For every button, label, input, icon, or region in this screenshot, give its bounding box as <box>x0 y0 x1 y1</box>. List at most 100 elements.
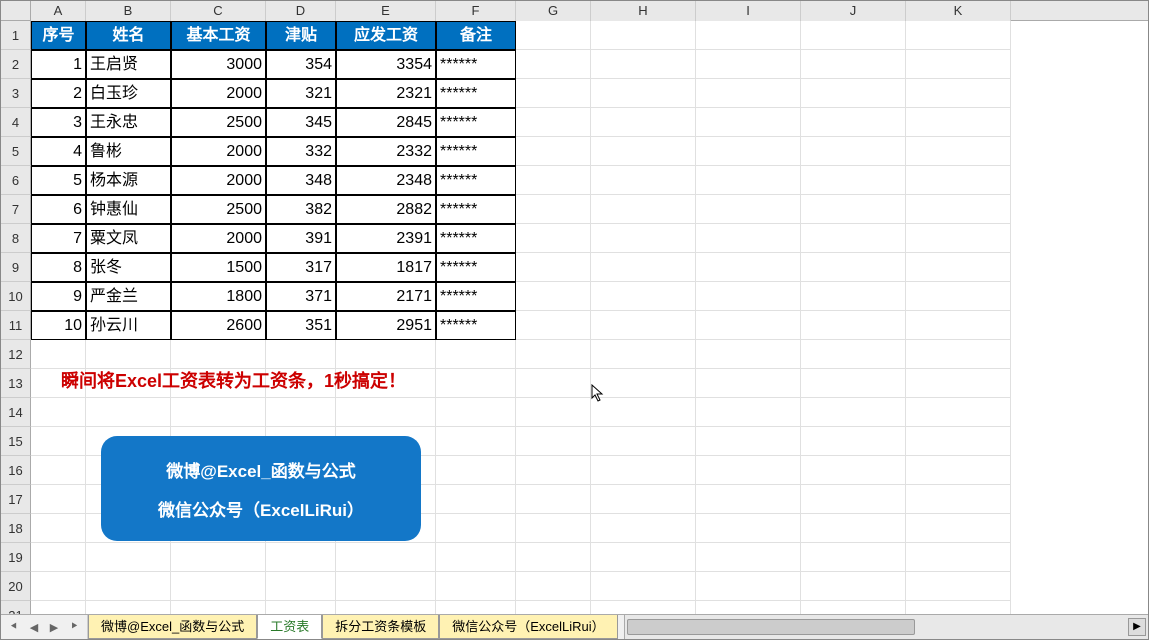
cell-E14[interactable] <box>336 398 436 427</box>
cell-K7[interactable] <box>906 195 1011 224</box>
cell-H8[interactable] <box>591 224 696 253</box>
cell-D20[interactable] <box>266 572 336 601</box>
cell-C6[interactable]: 2000 <box>171 166 266 195</box>
cell-E12[interactable] <box>336 340 436 369</box>
cell-K5[interactable] <box>906 137 1011 166</box>
cell-C5[interactable]: 2000 <box>171 137 266 166</box>
cell-C14[interactable] <box>171 398 266 427</box>
column-header-H[interactable]: H <box>591 1 696 21</box>
cell-D9[interactable]: 317 <box>266 253 336 282</box>
scroll-right-icon[interactable]: ▶ <box>1128 618 1146 636</box>
cell-B8[interactable]: 粟文凤 <box>86 224 171 253</box>
cell-F6[interactable]: ****** <box>436 166 516 195</box>
column-header-F[interactable]: F <box>436 1 516 21</box>
cell-H20[interactable] <box>591 572 696 601</box>
cell-G6[interactable] <box>516 166 591 195</box>
cell-A14[interactable] <box>31 398 86 427</box>
column-header-G[interactable]: G <box>516 1 591 21</box>
cell-E9[interactable]: 1817 <box>336 253 436 282</box>
cell-H15[interactable] <box>591 427 696 456</box>
cell-D4[interactable]: 345 <box>266 108 336 137</box>
cell-D11[interactable]: 351 <box>266 311 336 340</box>
cell-F5[interactable]: ****** <box>436 137 516 166</box>
cell-J4[interactable] <box>801 108 906 137</box>
cell-H4[interactable] <box>591 108 696 137</box>
cell-H1[interactable] <box>591 21 696 50</box>
cell-B1[interactable]: 姓名 <box>86 21 171 50</box>
cell-F13[interactable] <box>436 369 516 398</box>
cell-I14[interactable] <box>696 398 801 427</box>
cell-F15[interactable] <box>436 427 516 456</box>
cell-K3[interactable] <box>906 79 1011 108</box>
tab-nav-last-icon[interactable]: ⯈ <box>67 620 81 634</box>
row-header-13[interactable]: 13 <box>1 369 31 398</box>
cell-I3[interactable] <box>696 79 801 108</box>
cell-A1[interactable]: 序号 <box>31 21 86 50</box>
cell-H9[interactable] <box>591 253 696 282</box>
horizontal-scrollbar[interactable]: ▶ <box>624 615 1148 639</box>
scrollbar-thumb[interactable] <box>627 619 915 635</box>
row-header-11[interactable]: 11 <box>1 311 31 340</box>
cell-I4[interactable] <box>696 108 801 137</box>
cell-D14[interactable] <box>266 398 336 427</box>
row-header-17[interactable]: 17 <box>1 485 31 514</box>
sheet-tab-3[interactable]: 微信公众号（ExcelLiRui） <box>439 615 617 639</box>
cell-H16[interactable] <box>591 456 696 485</box>
cell-C8[interactable]: 2000 <box>171 224 266 253</box>
cell-I6[interactable] <box>696 166 801 195</box>
cell-C4[interactable]: 2500 <box>171 108 266 137</box>
cell-B2[interactable]: 王启贤 <box>86 50 171 79</box>
cell-J14[interactable] <box>801 398 906 427</box>
cell-D10[interactable]: 371 <box>266 282 336 311</box>
cell-A18[interactable] <box>31 514 86 543</box>
cell-A15[interactable] <box>31 427 86 456</box>
cell-I16[interactable] <box>696 456 801 485</box>
column-header-K[interactable]: K <box>906 1 1011 21</box>
cell-F19[interactable] <box>436 543 516 572</box>
cell-K15[interactable] <box>906 427 1011 456</box>
cell-E6[interactable]: 2348 <box>336 166 436 195</box>
cell-G17[interactable] <box>516 485 591 514</box>
cell-B12[interactable] <box>86 340 171 369</box>
row-header-7[interactable]: 7 <box>1 195 31 224</box>
cell-J19[interactable] <box>801 543 906 572</box>
cell-C1[interactable]: 基本工资 <box>171 21 266 50</box>
row-header-1[interactable]: 1 <box>1 21 31 50</box>
cell-G11[interactable] <box>516 311 591 340</box>
cell-I8[interactable] <box>696 224 801 253</box>
cell-B20[interactable] <box>86 572 171 601</box>
cell-D21[interactable] <box>266 601 336 614</box>
cell-G1[interactable] <box>516 21 591 50</box>
cell-I19[interactable] <box>696 543 801 572</box>
cell-H5[interactable] <box>591 137 696 166</box>
cell-A12[interactable] <box>31 340 86 369</box>
cell-H6[interactable] <box>591 166 696 195</box>
cell-H11[interactable] <box>591 311 696 340</box>
cell-B4[interactable]: 王永忠 <box>86 108 171 137</box>
cell-I21[interactable] <box>696 601 801 614</box>
cell-B5[interactable]: 鲁彬 <box>86 137 171 166</box>
cell-G2[interactable] <box>516 50 591 79</box>
cell-C3[interactable]: 2000 <box>171 79 266 108</box>
cell-G13[interactable] <box>516 369 591 398</box>
cell-B6[interactable]: 杨本源 <box>86 166 171 195</box>
cell-E3[interactable]: 2321 <box>336 79 436 108</box>
cell-I18[interactable] <box>696 514 801 543</box>
row-header-21[interactable]: 21 <box>1 601 31 614</box>
cell-H14[interactable] <box>591 398 696 427</box>
cell-H18[interactable] <box>591 514 696 543</box>
cell-J5[interactable] <box>801 137 906 166</box>
cell-J3[interactable] <box>801 79 906 108</box>
spreadsheet-grid[interactable]: ABCDEFGHIJK 1234567891011121314151617181… <box>1 1 1148 614</box>
cell-G4[interactable] <box>516 108 591 137</box>
cell-H10[interactable] <box>591 282 696 311</box>
cell-I15[interactable] <box>696 427 801 456</box>
cell-F17[interactable] <box>436 485 516 514</box>
cell-H2[interactable] <box>591 50 696 79</box>
cell-I13[interactable] <box>696 369 801 398</box>
cell-C20[interactable] <box>171 572 266 601</box>
cell-J17[interactable] <box>801 485 906 514</box>
cell-F18[interactable] <box>436 514 516 543</box>
cell-C19[interactable] <box>171 543 266 572</box>
tab-nav-first-icon[interactable]: ⯇ <box>7 620 21 634</box>
